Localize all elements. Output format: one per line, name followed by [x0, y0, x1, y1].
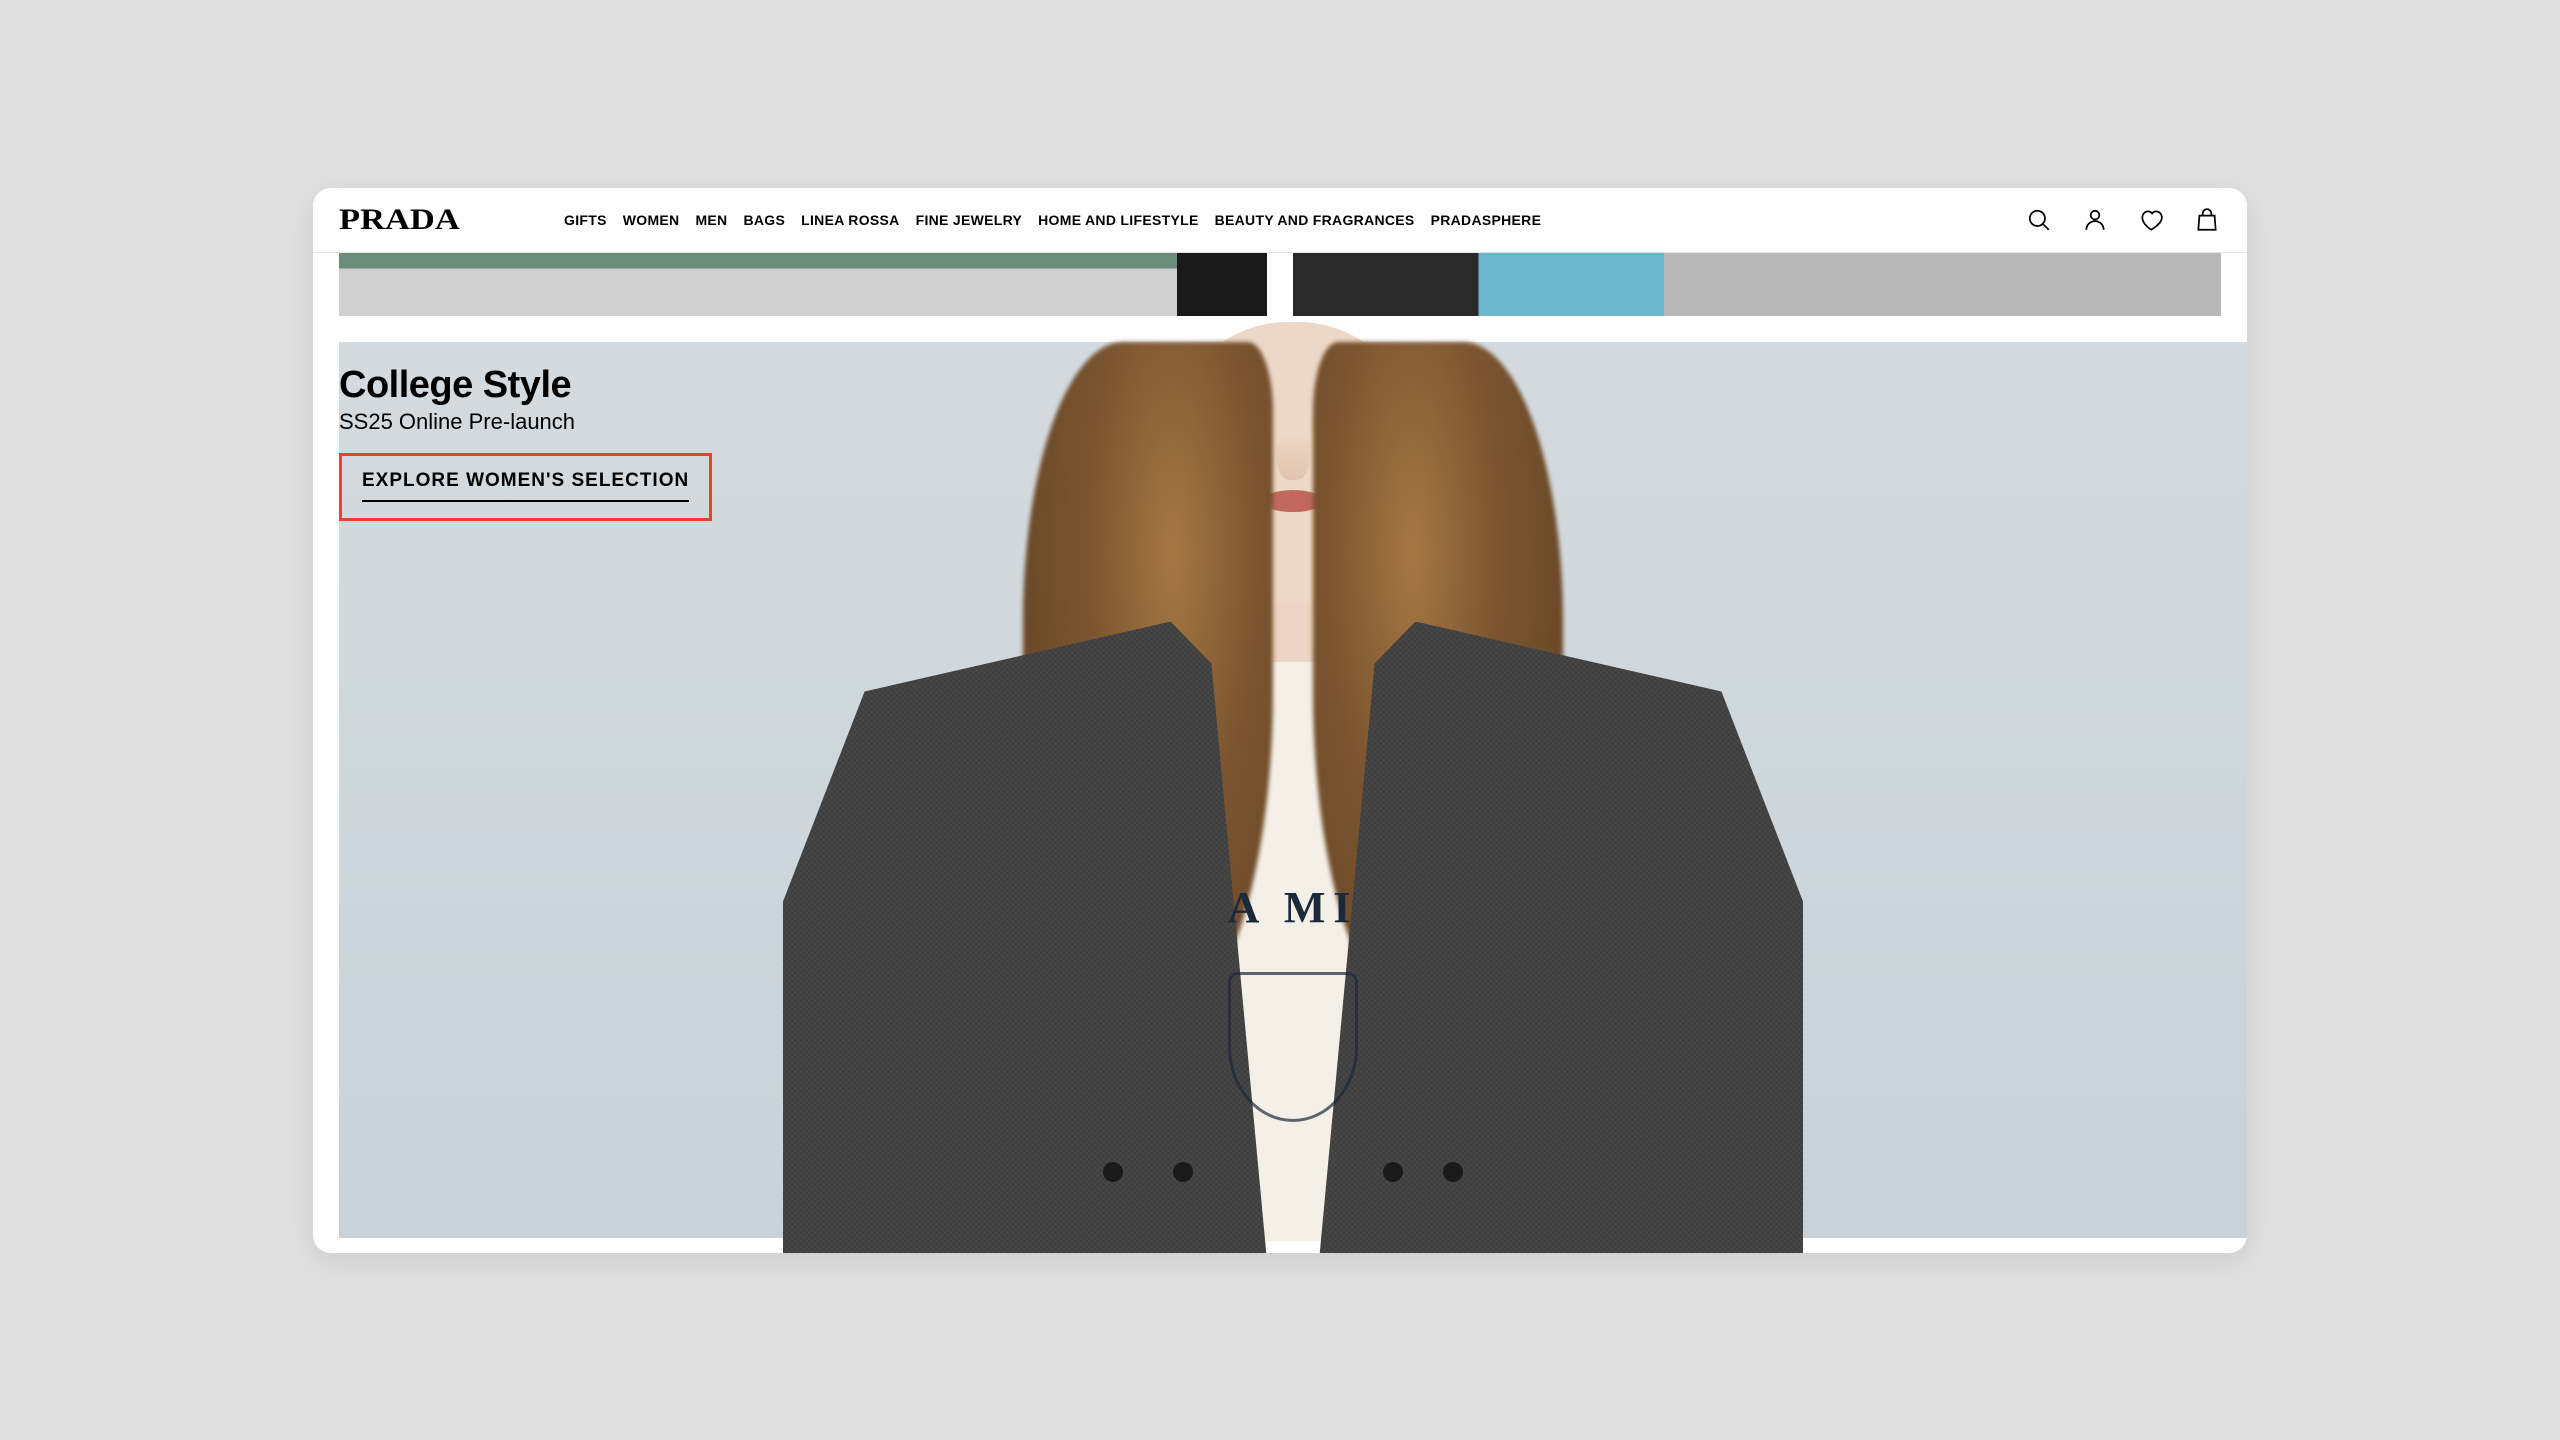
bag-icon[interactable] [2193, 206, 2221, 234]
blazer-button [1103, 1162, 1123, 1182]
strip-image-right [1293, 253, 2221, 316]
blazer-button [1173, 1162, 1193, 1182]
model-nose [1277, 432, 1309, 480]
nav-women[interactable]: WOMEN [623, 212, 680, 228]
nav-links: GIFTS WOMEN MEN BAGS LINEA ROSSA FINE JE… [564, 212, 1541, 228]
nav-utility-icons [2025, 206, 2221, 234]
cta-underline [362, 500, 689, 502]
wishlist-icon[interactable] [2137, 206, 2165, 234]
hero-model-image: A MI [743, 342, 1843, 1238]
browser-window: PRADA GIFTS WOMEN MEN BAGS LINEA ROSSA F… [313, 188, 2247, 1253]
shirt-graphic-text: A MI [1228, 882, 1359, 933]
search-icon[interactable] [2025, 206, 2053, 234]
nav-fine-jewelry[interactable]: FINE JEWELRY [916, 212, 1023, 228]
blazer-button [1383, 1162, 1403, 1182]
blazer-button [1443, 1162, 1463, 1182]
nav-linea-rossa[interactable]: LINEA ROSSA [801, 212, 899, 228]
main-navigation: PRADA GIFTS WOMEN MEN BAGS LINEA ROSSA F… [313, 188, 2247, 253]
nav-bags[interactable]: BAGS [743, 212, 785, 228]
hero-title: College Style [339, 364, 712, 407]
nav-home-lifestyle[interactable]: HOME AND LIFESTYLE [1038, 212, 1198, 228]
nav-pradasphere[interactable]: PRADASPHERE [1431, 212, 1542, 228]
strip-image-left [339, 253, 1267, 316]
nav-gifts[interactable]: GIFTS [564, 212, 607, 228]
content-area: College Style SS25 Online Pre-launch EXP… [313, 253, 2247, 1253]
previous-section-strip [313, 253, 2247, 316]
hero-section: College Style SS25 Online Pre-launch EXP… [339, 342, 2247, 1238]
brand-logo[interactable]: PRADA [339, 203, 460, 237]
account-icon[interactable] [2081, 206, 2109, 234]
explore-womens-selection-link[interactable]: EXPLORE WOMEN'S SELECTION [362, 470, 689, 492]
hero-text-block: College Style SS25 Online Pre-launch EXP… [339, 364, 712, 521]
nav-beauty-fragrances[interactable]: BEAUTY AND FRAGRANCES [1215, 212, 1415, 228]
shirt-crest-graphic [1228, 972, 1358, 1122]
cta-highlight-box: EXPLORE WOMEN'S SELECTION [339, 453, 712, 521]
nav-men[interactable]: MEN [695, 212, 727, 228]
hero-subtitle: SS25 Online Pre-launch [339, 409, 712, 435]
